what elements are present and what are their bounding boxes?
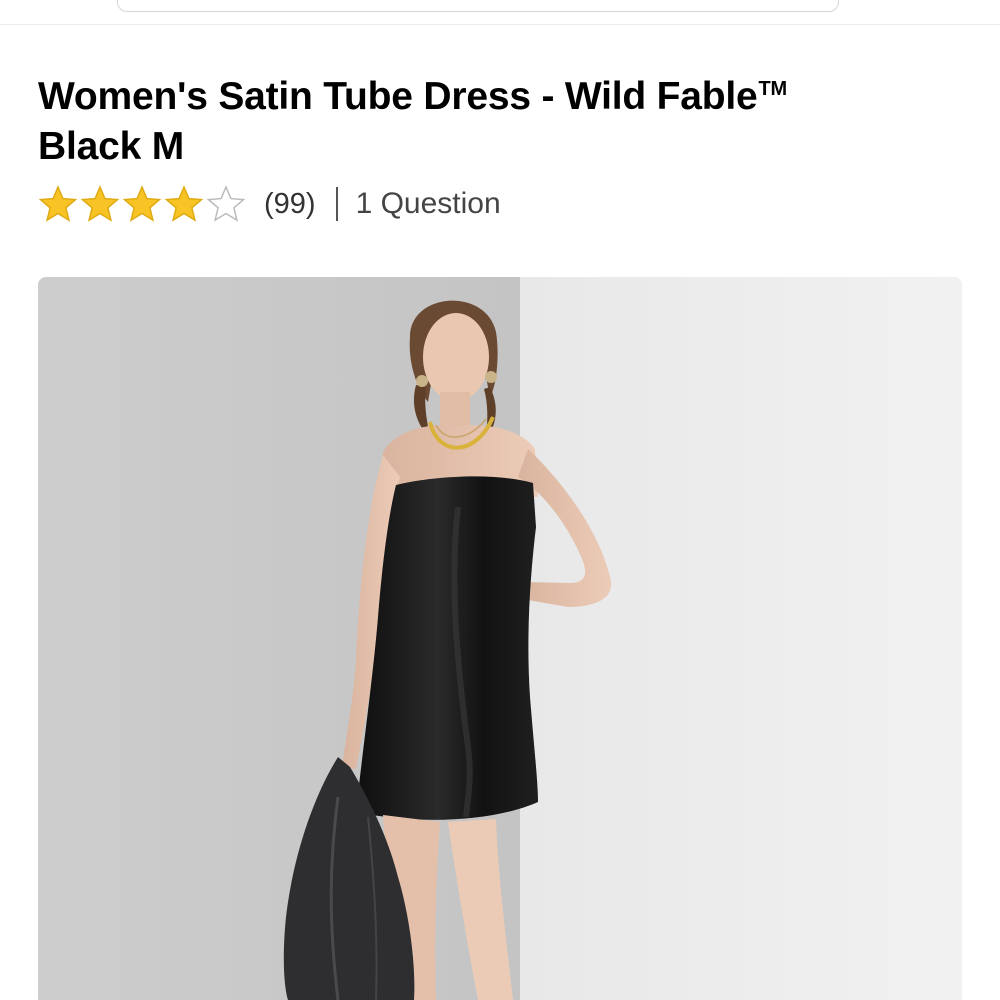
neck <box>440 392 470 430</box>
product-title: Women's Satin Tube Dress - Wild FableTM … <box>38 64 938 172</box>
star-filled-icon <box>80 185 120 222</box>
backdrop-right <box>520 277 962 1000</box>
product-photo[interactable] <box>38 277 962 1000</box>
star-filled-icon <box>122 185 162 222</box>
earring-left <box>416 375 428 387</box>
star-filled-icon <box>38 185 78 222</box>
product-variant: Black M <box>38 125 184 168</box>
star-empty-icon <box>206 185 246 222</box>
star-rating[interactable] <box>38 184 248 224</box>
product-page: Women's Satin Tube Dress - Wild FableTM … <box>0 0 1000 1000</box>
rating-row: (99) 1 Question <box>38 182 501 226</box>
trademark-symbol: TM <box>758 78 788 100</box>
face <box>423 313 489 401</box>
reviews-count-link[interactable]: (99) <box>264 188 316 221</box>
questions-link[interactable]: 1 Question <box>356 187 501 221</box>
earring-right <box>485 371 497 383</box>
divider <box>335 187 338 221</box>
star-filled-icon <box>164 185 204 222</box>
top-bar <box>0 0 1000 25</box>
product-title-text: Women's Satin Tube Dress - Wild Fable <box>38 75 758 118</box>
search-input[interactable] <box>117 0 839 12</box>
